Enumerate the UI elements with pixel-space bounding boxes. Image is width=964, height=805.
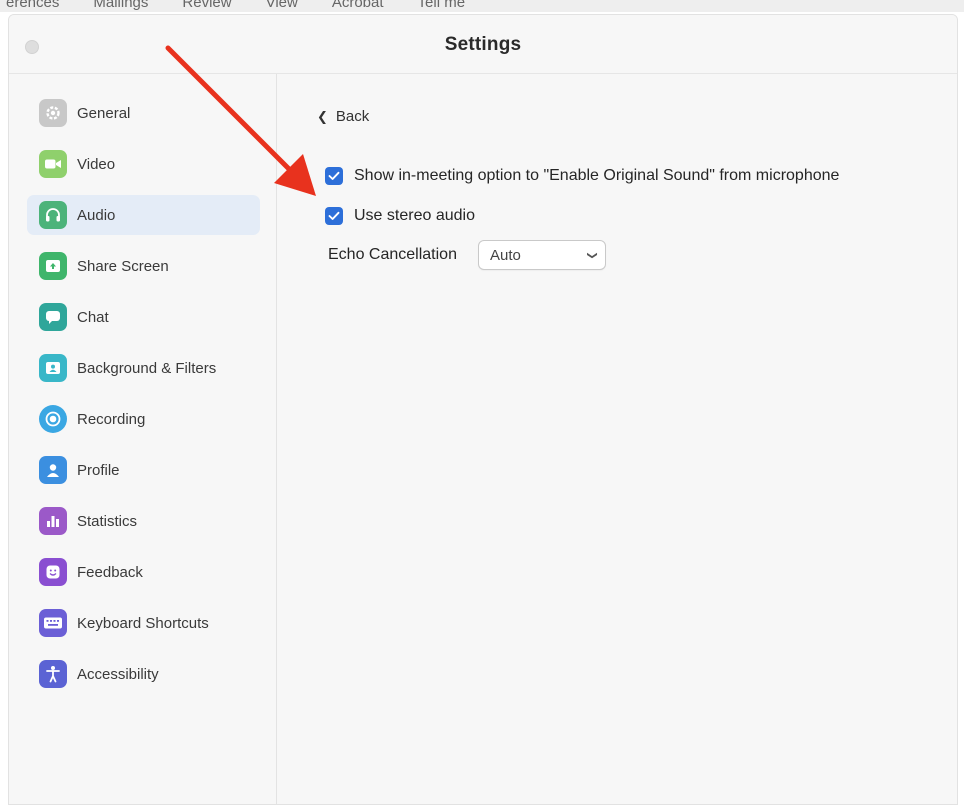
audio-settings-panel: ❮ Back Show in-meeting option to "Enable…: [277, 74, 957, 804]
echo-cancellation-select[interactable]: Auto ❯: [477, 240, 606, 270]
sidebar-item-label: Profile: [77, 461, 120, 479]
menubar-item: Acrobat: [331, 0, 384, 11]
sidebar-item-label: Audio: [77, 206, 116, 224]
sidebar-item-keyboard-shortcuts[interactable]: Keyboard Shortcuts: [27, 603, 260, 643]
sidebar-item-share-screen[interactable]: Share Screen: [27, 246, 260, 286]
sidebar-item-accessibility[interactable]: Accessibility: [27, 654, 260, 694]
headphones-icon: [39, 201, 67, 229]
checkmark-icon: [328, 211, 340, 220]
original-sound-checkbox[interactable]: [325, 167, 343, 185]
sidebar-item-label: Share Screen: [77, 257, 169, 275]
chevron-left-icon: ❮: [317, 108, 328, 124]
sidebar-item-label: General: [77, 104, 131, 122]
echo-cancellation-row: Echo Cancellation Auto ❯: [328, 240, 606, 270]
sidebar-item-label: Keyboard Shortcuts: [77, 614, 209, 632]
original-sound-option[interactable]: Show in-meeting option to "Enable Origin…: [325, 167, 839, 185]
accessibility-icon: [39, 660, 67, 688]
chevron-down-icon: ❯: [586, 250, 598, 260]
keyboard-icon: [39, 609, 67, 637]
menubar-item: erences: [6, 0, 60, 11]
gear-icon: [39, 99, 67, 127]
stereo-audio-checkbox[interactable]: [325, 207, 343, 225]
menubar-item: View: [265, 0, 298, 11]
sidebar-item-label: Video: [77, 155, 116, 173]
sidebar-item-label: Accessibility: [77, 665, 159, 683]
checkmark-icon: [328, 171, 340, 180]
background-person-icon: [39, 354, 67, 382]
smiley-icon: [39, 558, 67, 586]
bar-chart-icon: [39, 507, 67, 535]
sidebar-item-chat[interactable]: Chat: [27, 297, 260, 337]
person-icon: [39, 456, 67, 484]
sidebar-item-label: Chat: [77, 308, 109, 326]
record-icon: [39, 405, 67, 433]
sidebar-item-label: Recording: [77, 410, 146, 428]
settings-sidebar: General Video Audio Share Screen Chat Ba…: [9, 74, 277, 804]
echo-cancellation-label: Echo Cancellation: [328, 246, 457, 263]
background-menubar: erences Mailings Review View Acrobat Tel…: [0, 0, 964, 12]
menubar-item: Tell me: [417, 0, 466, 11]
share-screen-icon: [39, 252, 67, 280]
sidebar-item-video[interactable]: Video: [27, 144, 260, 184]
sidebar-item-profile[interactable]: Profile: [27, 450, 260, 490]
original-sound-label: Show in-meeting option to "Enable Origin…: [354, 167, 840, 184]
settings-window: Settings General Video Audio Share Scree…: [8, 14, 958, 805]
menubar-item: Review: [182, 0, 232, 11]
echo-cancellation-value: Auto: [489, 246, 521, 264]
back-button[interactable]: ❮ Back: [317, 108, 369, 125]
title-bar: Settings: [9, 15, 957, 74]
sidebar-item-general[interactable]: General: [27, 93, 260, 133]
stereo-audio-label: Use stereo audio: [354, 207, 475, 224]
chat-bubble-icon: [39, 303, 67, 331]
sidebar-item-statistics[interactable]: Statistics: [27, 501, 260, 541]
sidebar-item-background-filters[interactable]: Background & Filters: [27, 348, 260, 388]
stereo-audio-option[interactable]: Use stereo audio: [325, 207, 475, 225]
video-camera-icon: [39, 150, 67, 178]
back-label: Back: [335, 108, 370, 125]
sidebar-item-label: Statistics: [77, 512, 138, 530]
sidebar-item-label: Feedback: [77, 563, 143, 581]
window-title: Settings: [444, 34, 522, 55]
sidebar-item-feedback[interactable]: Feedback: [27, 552, 260, 592]
sidebar-item-audio[interactable]: Audio: [27, 195, 260, 235]
sidebar-item-label: Background & Filters: [77, 359, 217, 377]
menubar-item: Mailings: [93, 0, 149, 11]
sidebar-item-recording[interactable]: Recording: [27, 399, 260, 439]
